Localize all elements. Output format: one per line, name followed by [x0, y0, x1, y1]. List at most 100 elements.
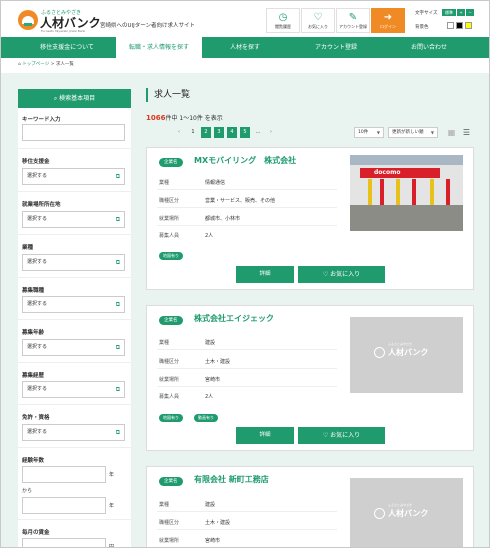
sidebar-header: ⌕ 検索基本項目 [18, 89, 131, 108]
field-label: 募集人員 [159, 233, 180, 239]
filter-select-license[interactable]: 選択する ⧉ [22, 424, 125, 441]
filter-label-job-type: 募集職種 [22, 288, 45, 294]
company-photo-placeholder[interactable]: ふるさとみやざき 人材バンク [350, 317, 463, 393]
pagination-page-3[interactable]: 3 [214, 127, 224, 138]
breadcrumb-home-link[interactable]: トップページ [22, 62, 49, 67]
favorite-button[interactable]: ♡ お気に入り [298, 427, 385, 444]
sort-select[interactable]: 更新が新しい順 ▼ [388, 127, 438, 138]
field-label: 業種 [159, 340, 170, 346]
bg-white-swatch[interactable] [447, 22, 454, 29]
job-card: 企業名 MXモバイリング 株式会社 業種 情報通信 職種区分 営業・サービス、販… [146, 147, 474, 290]
background-color-label: 背景色 [415, 25, 429, 30]
detail-button[interactable]: 詳細 [236, 266, 294, 283]
company-badge: 企業名 [159, 158, 183, 167]
external-link-icon: ⧉ [115, 344, 120, 351]
logo-mark-icon [374, 347, 385, 358]
job-card: 企業名 有限会社 新町工務店 業種 建設 職種区分 土木・建設 就業場所 宮崎市… [146, 466, 474, 547]
filter-select-work-location[interactable]: 選択する ⧉ [22, 211, 125, 228]
field-value: 情報通信 [205, 180, 226, 186]
salary-label: 毎月の賃金 [22, 530, 50, 536]
divider [18, 319, 131, 320]
yen-unit: 円 [109, 544, 115, 548]
filter-label-experience: 募集経歴 [22, 373, 45, 379]
field-label: 職種区分 [159, 198, 180, 204]
history-button[interactable]: ◷ 閲覧履歴 [266, 8, 300, 33]
favorites-button[interactable]: ♡ お気に入り [301, 8, 335, 33]
external-link-icon: ⧉ [115, 429, 120, 436]
field-value: 宮崎市 [205, 377, 221, 383]
site-tagline: 宮崎県へのUIJターン者向け求人サイト [100, 23, 195, 29]
filter-select-relocation-support[interactable]: 選択する ⧉ [22, 168, 125, 185]
field-value: 2人 [205, 233, 214, 239]
list-view-icon[interactable]: ☰ [461, 127, 472, 138]
job-card: 企業名 株式会社エイジェック 業種 建設 職種区分 土木・建設 就業場所 宮崎市… [146, 305, 474, 451]
photo-flag [446, 179, 450, 205]
favorite-button[interactable]: ♡ お気に入り [298, 266, 385, 283]
years-to-input[interactable] [22, 497, 106, 514]
field-value: 2人 [205, 394, 214, 400]
grid-view-icon[interactable]: ▦ [446, 127, 457, 138]
result-count: 1066件中 1〜10件 を表示 [146, 114, 223, 122]
pagination-page-4[interactable]: 4 [227, 127, 237, 138]
company-name-link[interactable]: 有限会社 新町工務店 [194, 474, 269, 485]
login-icon: ➜ [383, 12, 393, 23]
pagination-page-5[interactable]: 5 [240, 127, 250, 138]
filter-label-industry: 業種 [22, 245, 34, 251]
field-label: 就業場所 [159, 538, 180, 544]
font-size-smaller-button[interactable]: − [466, 9, 474, 16]
photo-ground [350, 205, 463, 231]
detail-button[interactable]: 詳細 [236, 427, 294, 444]
field-value: 建設 [205, 340, 216, 346]
nav-item-talent-search[interactable]: 人材を探す [202, 37, 288, 58]
company-name-link[interactable]: 株式会社エイジェック [194, 313, 274, 324]
year-unit: 年 [109, 503, 115, 509]
chevron-down-icon: ▼ [430, 130, 434, 135]
per-page-select[interactable]: 10件 ▼ [354, 127, 384, 138]
register-button[interactable]: ✎ アカウント登録 [336, 8, 370, 33]
font-size-normal-button[interactable]: 標準 [442, 9, 456, 16]
pagination-page-2[interactable]: 2 [201, 127, 211, 138]
company-photo[interactable]: docomo [350, 155, 463, 231]
pagination-prev[interactable]: ‹ [174, 127, 184, 138]
filter-select-job-type[interactable]: 選択する ⧉ [22, 296, 125, 313]
years-from-input[interactable] [22, 466, 106, 483]
divider [157, 511, 337, 512]
nav-item-relocation-support[interactable]: 移住支援金について [18, 37, 116, 58]
login-button[interactable]: ➜ ログイン [371, 8, 405, 33]
filter-select-experience[interactable]: 選択する ⧉ [22, 381, 125, 398]
keyword-input[interactable] [22, 124, 125, 141]
pagination-next[interactable]: › [266, 127, 276, 138]
nav-item-account-register[interactable]: アカウント登録 [288, 37, 384, 58]
field-label: 業種 [159, 180, 170, 186]
nav-item-contact[interactable]: お問い合わせ [384, 37, 474, 58]
field-value: 建設 [205, 502, 216, 508]
company-name-link[interactable]: MXモバイリング 株式会社 [194, 155, 296, 166]
photo-flag [396, 179, 400, 205]
font-size-larger-button[interactable]: + [457, 9, 465, 16]
bg-black-swatch[interactable] [456, 22, 463, 29]
photo-flag [412, 179, 416, 205]
field-label: 職種区分 [159, 359, 180, 365]
field-value: 土木・建設 [205, 359, 231, 365]
site-logo-icon[interactable] [18, 10, 38, 30]
pagination-ellipsis: … [255, 129, 261, 135]
company-photo-placeholder[interactable]: ふるさとみやざき 人材バンク [350, 478, 463, 547]
bg-yellow-swatch[interactable] [465, 22, 472, 29]
nav-item-job-search[interactable]: 転職・求人情報を探す [116, 37, 202, 58]
field-value: 都城市、小林市 [205, 216, 241, 222]
divider [157, 207, 337, 208]
page-title: 求人一覧 [146, 88, 190, 102]
photo-sign: docomo [360, 168, 440, 178]
external-link-icon: ⧉ [115, 386, 120, 393]
external-link-icon: ⧉ [115, 216, 120, 223]
divider [157, 386, 337, 387]
filter-select-age[interactable]: 選択する ⧉ [22, 339, 125, 356]
filter-select-industry[interactable]: 選択する ⧉ [22, 254, 125, 271]
divider [18, 234, 131, 235]
filter-label-relocation-support: 移住支援金 [22, 159, 50, 165]
pagination-page-1[interactable]: 1 [188, 127, 198, 138]
tag-map: 地図有り [159, 414, 183, 422]
company-badge: 企業名 [159, 316, 183, 325]
global-nav: 移住支援金について 転職・求人情報を探す 人材を探す アカウント登録 お問い合わ… [1, 37, 489, 58]
salary-input[interactable] [22, 538, 106, 547]
